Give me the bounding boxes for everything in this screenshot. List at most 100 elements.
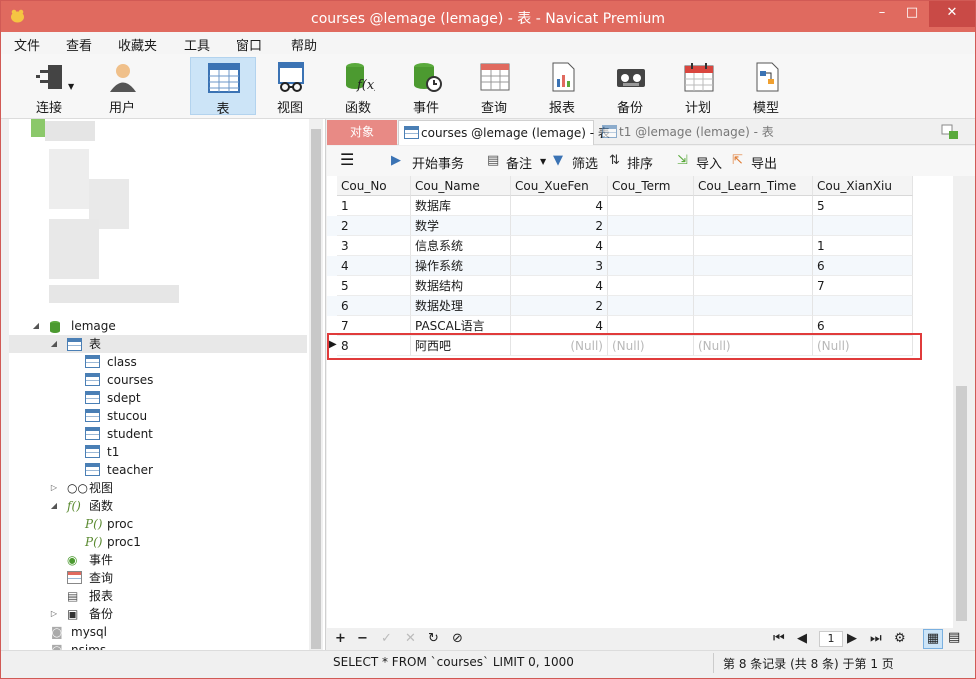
grid-cell[interactable]: 2 bbox=[511, 296, 608, 316]
toolbar-model-button[interactable]: 模型 bbox=[735, 57, 797, 116]
tree-table-item[interactable]: class bbox=[85, 353, 285, 371]
import-button[interactable]: 导入 bbox=[696, 153, 722, 172]
tree-db-mysql[interactable]: ◙ mysql bbox=[49, 623, 249, 641]
grid-cell[interactable]: 2 bbox=[337, 216, 411, 236]
tree-table-item[interactable]: t1 bbox=[85, 443, 285, 461]
column-header[interactable]: Cou_XueFen bbox=[511, 176, 608, 196]
begin-transaction-button[interactable]: 开始事务 bbox=[412, 153, 464, 172]
grid-cell[interactable] bbox=[608, 196, 694, 216]
table-row[interactable]: 1 数据库 4 5 bbox=[327, 196, 913, 216]
page-number-input[interactable]: 1 bbox=[819, 631, 843, 647]
grid-cell[interactable] bbox=[813, 216, 913, 236]
tree-table-item[interactable]: student bbox=[85, 425, 285, 443]
grid-scrollbar[interactable] bbox=[953, 176, 970, 628]
tree-queries[interactable]: 查询 bbox=[67, 569, 267, 587]
tree-db-nsims[interactable]: ◙ nsims bbox=[49, 641, 249, 650]
grid-cell[interactable] bbox=[608, 296, 694, 316]
last-page-icon[interactable]: ⏭ bbox=[870, 631, 882, 646]
discard-changes-icon[interactable]: ✕ bbox=[405, 631, 416, 646]
toolbar-backup-button[interactable]: 备份 bbox=[599, 57, 661, 116]
grid-cell[interactable]: 6 bbox=[337, 296, 411, 316]
hamburger-menu-icon[interactable]: ☰ bbox=[340, 150, 354, 169]
menu-view[interactable]: 查看 bbox=[66, 35, 92, 54]
grid-cell[interactable]: 数据处理 bbox=[411, 296, 511, 316]
grid-cell[interactable] bbox=[694, 196, 813, 216]
next-page-icon[interactable]: ▶ bbox=[847, 631, 857, 646]
delete-record-icon[interactable]: − bbox=[357, 631, 368, 646]
menu-tools[interactable]: 工具 bbox=[184, 35, 210, 54]
export-button[interactable]: 导出 bbox=[751, 153, 777, 172]
stop-icon[interactable]: ⊘ bbox=[452, 631, 463, 646]
column-header[interactable]: Cou_Name bbox=[411, 176, 511, 196]
tab-objects[interactable]: 对象 bbox=[327, 120, 397, 145]
menu-help[interactable]: 帮助 bbox=[291, 35, 317, 54]
toolbar-view-button[interactable]: 视图 bbox=[259, 57, 321, 116]
tab-courses[interactable]: courses @lemage (lemage) - 表 bbox=[398, 120, 610, 145]
table-row[interactable]: 5 数据结构 4 7 bbox=[327, 276, 913, 296]
grid-cell[interactable]: 数据库 bbox=[411, 196, 511, 216]
grid-cell[interactable]: 1 bbox=[337, 196, 411, 216]
refresh-icon[interactable]: ↻ bbox=[428, 631, 439, 646]
menu-file[interactable]: 文件 bbox=[14, 35, 40, 54]
tree-events[interactable]: ◉ 事件 bbox=[67, 551, 267, 569]
expand-icon[interactable]: ▷ bbox=[49, 605, 59, 623]
menu-favorites[interactable]: 收藏夹 bbox=[118, 35, 157, 54]
filter-button[interactable]: 筛选 bbox=[572, 153, 598, 172]
tree-backups[interactable]: ▷ ▣ 备份 bbox=[49, 605, 249, 623]
column-header[interactable]: Cou_Learn_Time bbox=[694, 176, 813, 196]
toolbar-schedule-button[interactable]: 计划 bbox=[667, 57, 729, 116]
tree-function-item[interactable]: P() proc1 bbox=[85, 533, 285, 551]
toolbar-connect-button[interactable]: ▼ 连接 bbox=[18, 57, 80, 116]
add-record-icon[interactable]: + bbox=[335, 631, 346, 646]
collapse-icon[interactable]: ◢ bbox=[31, 317, 41, 335]
apply-changes-icon[interactable]: ✓ bbox=[381, 631, 392, 646]
toolbar-event-button[interactable]: 事件 bbox=[395, 57, 457, 116]
tree-views-group[interactable]: ▷ ○○ 视图 bbox=[49, 479, 249, 497]
tree-table-item[interactable]: stucou bbox=[85, 407, 285, 425]
grid-cell[interactable] bbox=[608, 276, 694, 296]
maximize-button[interactable]: □ bbox=[897, 1, 927, 27]
minimize-button[interactable]: – bbox=[867, 1, 897, 27]
toolbar-table-button[interactable]: 表 bbox=[190, 57, 256, 117]
grid-cell[interactable]: 4 bbox=[511, 196, 608, 216]
grid-cell[interactable]: 数据结构 bbox=[411, 276, 511, 296]
grid-cell[interactable] bbox=[813, 296, 913, 316]
collapse-icon[interactable]: ◢ bbox=[49, 335, 59, 353]
menu-window[interactable]: 窗口 bbox=[236, 35, 262, 54]
previous-page-icon[interactable]: ◀ bbox=[797, 631, 807, 646]
grid-cell[interactable]: 4 bbox=[511, 276, 608, 296]
grid-cell[interactable]: 操作系统 bbox=[411, 256, 511, 276]
grid-cell[interactable]: 5 bbox=[813, 196, 913, 216]
sort-button[interactable]: 排序 bbox=[627, 153, 653, 172]
tree-scrollbar[interactable] bbox=[309, 119, 323, 650]
grid-cell[interactable]: 3 bbox=[337, 236, 411, 256]
tree-functions-group[interactable]: ◢ f() 函数 bbox=[49, 497, 249, 515]
table-row[interactable]: 6 数据处理 2 bbox=[327, 296, 913, 316]
toolbar-report-button[interactable]: 报表 bbox=[531, 57, 593, 116]
grid-cell[interactable] bbox=[694, 276, 813, 296]
close-button[interactable]: ✕ bbox=[929, 1, 975, 27]
tree-table-item[interactable]: teacher bbox=[85, 461, 285, 479]
tab-t1[interactable]: t1 @lemage (lemage) - 表 bbox=[597, 120, 797, 145]
table-row[interactable]: 2 数学 2 bbox=[327, 216, 913, 236]
collapse-icon[interactable]: ◢ bbox=[49, 497, 59, 515]
grid-cell[interactable]: 2 bbox=[511, 216, 608, 236]
grid-cell[interactable] bbox=[694, 236, 813, 256]
grid-cell[interactable]: 4 bbox=[337, 256, 411, 276]
toolbar-function-button[interactable]: f(x) 函数 bbox=[327, 57, 389, 116]
grid-cell[interactable] bbox=[608, 216, 694, 236]
column-header[interactable]: Cou_XianXiu bbox=[813, 176, 913, 196]
settings-gear-icon[interactable]: ⚙ bbox=[894, 631, 906, 646]
tree-tables-group[interactable]: ◢ 表 bbox=[9, 335, 307, 353]
grid-cell[interactable]: 3 bbox=[511, 256, 608, 276]
chevron-down-icon[interactable]: ▼ bbox=[68, 82, 74, 91]
scrollbar-thumb[interactable] bbox=[956, 386, 967, 621]
grid-cell[interactable]: 5 bbox=[337, 276, 411, 296]
tab-options-icon[interactable] bbox=[941, 124, 959, 140]
tree-db-lemage[interactable]: ◢ lemage bbox=[31, 317, 311, 335]
column-header[interactable]: Cou_Term bbox=[608, 176, 694, 196]
grid-cell[interactable]: 7 bbox=[813, 276, 913, 296]
table-row[interactable]: 4 操作系统 3 6 bbox=[327, 256, 913, 276]
tree-reports[interactable]: ▤ 报表 bbox=[67, 587, 267, 605]
chevron-down-icon[interactable]: ▼ bbox=[540, 157, 546, 166]
